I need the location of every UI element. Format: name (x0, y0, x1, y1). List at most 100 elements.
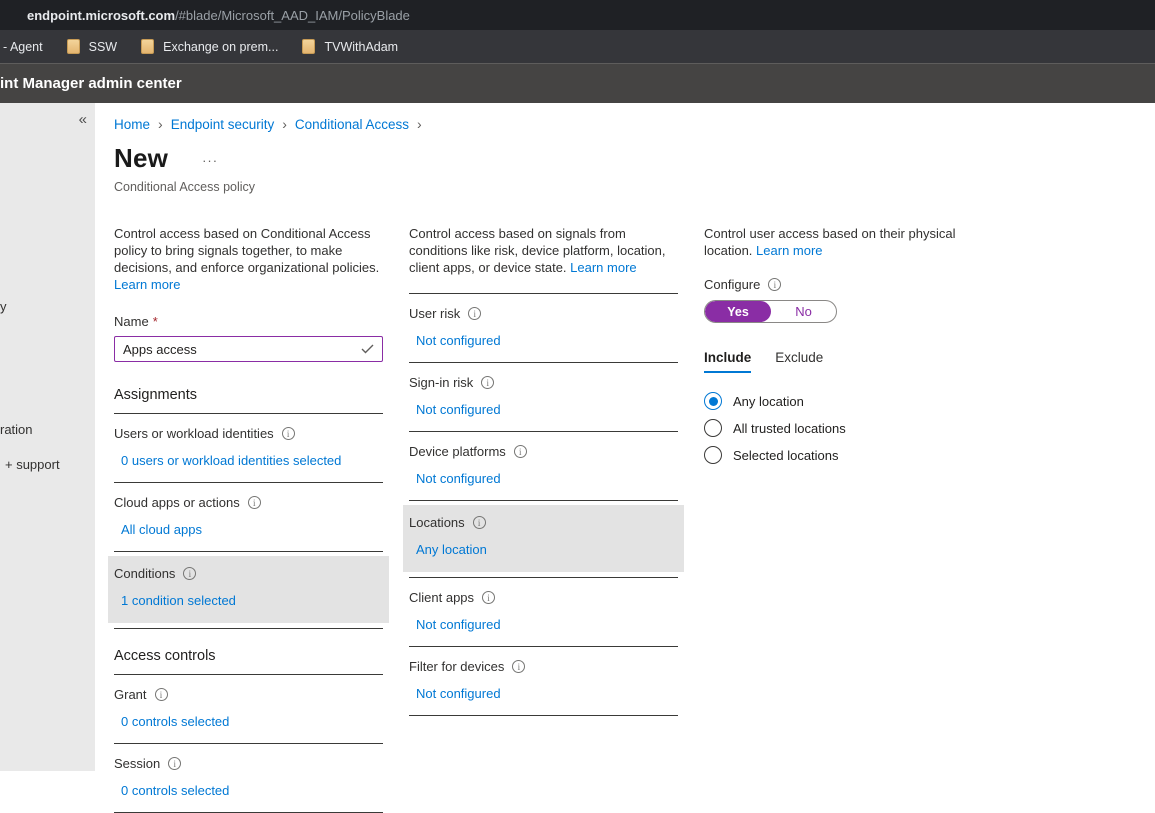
app-body: « y ration + support Home Endpoint secur… (0, 103, 1155, 771)
breadcrumb: Home Endpoint security Conditional Acces… (114, 116, 1155, 132)
field-label: Users or workload identities (114, 426, 274, 441)
device-platforms-link[interactable]: Not configured (416, 471, 501, 486)
breadcrumb-conditional-access[interactable]: Conditional Access (295, 117, 409, 132)
toggle-no-button[interactable]: No (771, 301, 836, 322)
field-label: User risk (409, 306, 460, 321)
breadcrumb-separator (158, 116, 163, 132)
field-label: Cloud apps or actions (114, 495, 240, 510)
conditions-intro-text: Control access based on signals from con… (409, 225, 678, 276)
toggle-yes-button[interactable]: Yes (705, 301, 771, 322)
learn-more-link[interactable]: Learn more (114, 277, 180, 292)
conditions-link[interactable]: 1 condition selected (121, 593, 236, 608)
blade-columns: Control access based on Conditional Acce… (114, 225, 1155, 813)
field-label: Client apps (409, 590, 474, 605)
bookmark-exchange[interactable]: Exchange on prem... (141, 39, 278, 54)
sidebar-item-fragment[interactable]: + support (5, 457, 60, 472)
configure-row: Configure (704, 277, 973, 292)
radio-any-location[interactable]: Any location (704, 392, 973, 410)
info-icon[interactable] (481, 376, 494, 389)
tab-exclude[interactable]: Exclude (775, 350, 823, 373)
field-label: Grant (114, 687, 147, 702)
info-icon[interactable] (248, 496, 261, 509)
info-icon[interactable] (183, 567, 196, 580)
learn-more-link[interactable]: Learn more (570, 260, 636, 275)
policy-name-input[interactable] (114, 336, 383, 362)
column-conditions: Control access based on signals from con… (409, 225, 678, 813)
learn-more-link[interactable]: Learn more (756, 243, 822, 258)
configure-label: Configure (704, 277, 760, 292)
more-options-icon[interactable]: ··· (202, 153, 218, 168)
bookmark-tvwithadam[interactable]: TVWithAdam (302, 39, 398, 54)
tab-include[interactable]: Include (704, 350, 751, 373)
access-controls-header: Access controls (114, 629, 383, 674)
breadcrumb-separator (282, 116, 287, 132)
info-icon[interactable] (768, 278, 781, 291)
bookmark-folder-icon (141, 39, 154, 54)
field-user-risk: User risk Not configured (409, 294, 678, 363)
field-label: Conditions (114, 566, 175, 581)
info-icon[interactable] (168, 757, 181, 770)
collapse-sidebar-icon[interactable]: « (79, 111, 87, 128)
info-icon[interactable] (512, 660, 525, 673)
breadcrumb-home[interactable]: Home (114, 117, 150, 132)
field-label: Locations (409, 515, 465, 530)
bookmark-agent[interactable]: - Agent (3, 40, 43, 54)
info-icon[interactable] (473, 516, 486, 529)
divider (409, 715, 678, 716)
radio-all-trusted-locations[interactable]: All trusted locations (704, 419, 973, 437)
bookmark-ssw[interactable]: SSW (67, 39, 117, 54)
page-title: New (114, 143, 168, 174)
sidebar: « y ration + support (0, 103, 95, 771)
field-label: Device platforms (409, 444, 506, 459)
client-apps-link[interactable]: Not configured (416, 617, 501, 632)
bookmark-label: SSW (89, 40, 117, 54)
sign-in-risk-link[interactable]: Not configured (416, 402, 501, 417)
radio-icon (704, 446, 722, 464)
bookmark-label: TVWithAdam (324, 40, 398, 54)
browser-address-bar[interactable]: endpoint.microsoft.com/#blade/Microsoft_… (0, 0, 1155, 30)
radio-selected-locations[interactable]: Selected locations (704, 446, 973, 464)
required-asterisk: * (153, 314, 158, 329)
sidebar-item-fragment[interactable]: ration (0, 422, 33, 437)
field-cloud-apps: Cloud apps or actions All cloud apps (114, 483, 383, 552)
radio-icon (704, 392, 722, 410)
name-input-wrap (114, 336, 383, 362)
radio-label: Selected locations (733, 448, 839, 463)
users-selected-link[interactable]: 0 users or workload identities selected (121, 453, 341, 468)
breadcrumb-endpoint-security[interactable]: Endpoint security (171, 117, 275, 132)
column-policy: Control access based on Conditional Acce… (114, 225, 383, 813)
assignments-header: Assignments (114, 368, 383, 413)
radio-label: All trusted locations (733, 421, 846, 436)
bookmark-label: Exchange on prem... (163, 40, 278, 54)
field-users-workload-identities: Users or workload identities 0 users or … (114, 414, 383, 483)
breadcrumb-separator (417, 116, 422, 132)
locations-link[interactable]: Any location (416, 542, 487, 557)
cloud-apps-link[interactable]: All cloud apps (121, 522, 202, 537)
portal-header-title: int Manager admin center (0, 75, 182, 92)
info-icon[interactable] (514, 445, 527, 458)
column-locations: Control user access based on their physi… (704, 225, 973, 813)
field-sign-in-risk: Sign-in risk Not configured (409, 363, 678, 432)
field-device-platforms: Device platforms Not configured (409, 432, 678, 501)
info-icon[interactable] (468, 307, 481, 320)
filter-for-devices-link[interactable]: Not configured (416, 686, 501, 701)
session-controls-link[interactable]: 0 controls selected (121, 783, 229, 798)
bookmark-folder-icon (67, 39, 80, 54)
grant-controls-link[interactable]: 0 controls selected (121, 714, 229, 729)
sidebar-item-fragment[interactable]: y (0, 299, 7, 314)
include-exclude-tabs: Include Exclude (704, 350, 973, 373)
field-filter-for-devices: Filter for devices Not configured (409, 647, 678, 716)
info-icon[interactable] (482, 591, 495, 604)
field-label: Session (114, 756, 160, 771)
field-client-apps: Client apps Not configured (409, 578, 678, 647)
portal-header: int Manager admin center (0, 63, 1155, 103)
location-radio-group: Any location All trusted locations Selec… (704, 392, 973, 464)
field-grant: Grant 0 controls selected (114, 675, 383, 744)
policy-intro-text: Control access based on Conditional Acce… (114, 225, 383, 293)
info-icon[interactable] (155, 688, 168, 701)
name-field-block: Name* (114, 314, 383, 362)
info-icon[interactable] (282, 427, 295, 440)
user-risk-link[interactable]: Not configured (416, 333, 501, 348)
radio-label: Any location (733, 394, 804, 409)
title-row: New ··· (114, 143, 1155, 174)
